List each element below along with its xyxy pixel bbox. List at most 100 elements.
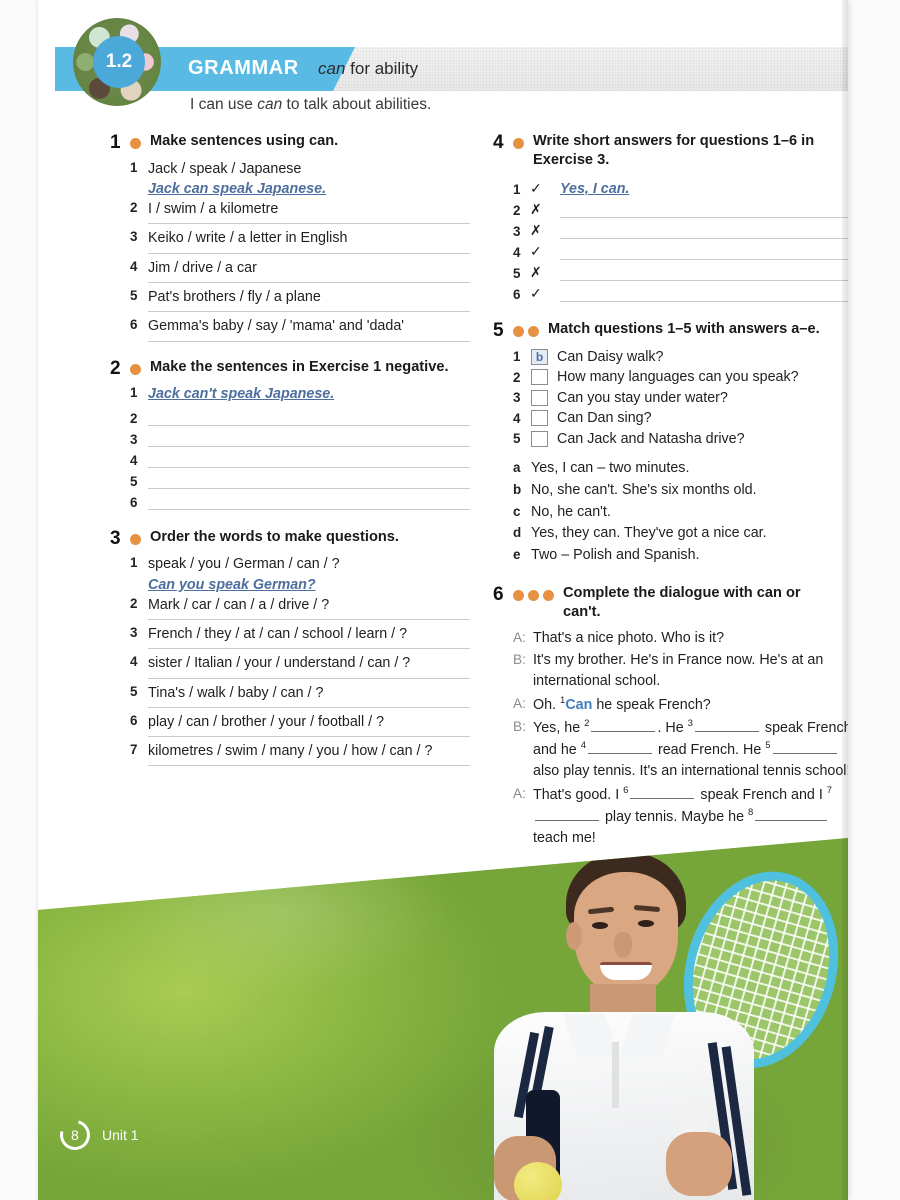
blank-row[interactable]: 3 (130, 426, 470, 447)
writing-line[interactable] (148, 282, 470, 284)
answer-letter: c (513, 503, 521, 519)
writing-line[interactable] (148, 765, 470, 767)
exercise-2-number: 2 (110, 357, 121, 379)
writing-line[interactable] (148, 476, 470, 489)
match-answer-box[interactable] (531, 410, 548, 427)
answer-row[interactable]: 4 ✓ (513, 239, 848, 260)
writing-line[interactable] (148, 736, 470, 738)
answer-row[interactable]: 2 ✗ (513, 197, 848, 218)
writing-line[interactable] (148, 648, 470, 650)
list-item: 1 speak / you / German / can / ? (130, 554, 470, 574)
topic-rest: for ability (345, 59, 419, 78)
answer-row[interactable]: 5 ✗ (513, 260, 848, 281)
item-index: 1 (130, 555, 138, 571)
item-index: 2 (130, 410, 138, 426)
item-prompt: Tina's / walk / baby / can / ? (148, 684, 324, 701)
exercise-5-answers: a Yes, I can – two minutes. b No, she ca… (513, 458, 848, 567)
writing-line[interactable] (148, 252, 470, 254)
tennis-ball (514, 1162, 562, 1200)
blank-row[interactable]: 5 (130, 468, 470, 489)
player-nose (614, 932, 632, 958)
gap-input[interactable] (755, 810, 828, 821)
gap-input[interactable] (588, 743, 652, 755)
speaker-label: A: (513, 695, 526, 711)
writing-line[interactable] (560, 268, 848, 281)
writing-line[interactable] (148, 497, 470, 510)
item-index-blank (130, 179, 148, 180)
exercise-5-number: 5 (493, 319, 504, 341)
exercise-3-items: 1 speak / you / German / can / ? Can you… (130, 554, 470, 767)
writing-line[interactable] (148, 618, 470, 620)
answer-row[interactable]: 3 ✗ (513, 218, 848, 239)
row-index: 1 (513, 181, 521, 197)
list-item: 5 Tina's / walk / baby / can / ? (130, 683, 470, 703)
dialogue-text: That's a nice photo. Who is it? (533, 629, 725, 646)
exercise-4-head: 4 Write short answers for questions 1–6 … (493, 132, 848, 171)
match-row[interactable]: 1 b Can Daisy walk? (513, 347, 848, 368)
writing-line[interactable] (148, 340, 470, 342)
exercise-1-head: 1 Make sentences using can. (110, 132, 470, 154)
writing-line[interactable] (560, 205, 848, 218)
match-row[interactable]: 5 Can Jack and Natasha drive? (513, 429, 848, 450)
speaker-label: A: (513, 785, 526, 801)
blank-row[interactable]: 6 (130, 489, 470, 510)
match-row[interactable]: 3 Can you stay under water? (513, 388, 848, 409)
writing-line[interactable] (148, 311, 470, 313)
item-prompt: Mark / car / can / a / drive / ? (148, 596, 330, 613)
difficulty-dot (130, 138, 141, 149)
player-smile (600, 962, 652, 980)
answer-text: Two – Polish and Spanish. (531, 547, 700, 564)
gap-input[interactable] (694, 721, 759, 732)
writing-line[interactable] (560, 226, 848, 239)
exercise-3-head: 3 Order the words to make questions. (110, 528, 470, 550)
gap-input[interactable] (535, 810, 599, 821)
match-index: 5 (513, 431, 521, 447)
answer-row[interactable]: 6 ✓ (513, 281, 848, 302)
list-item: 3 French / they / at / can / school / le… (130, 624, 470, 644)
dialogue-line: A: That's good. I 6 speak French and I 7… (513, 784, 848, 850)
writing-line[interactable] (148, 413, 470, 426)
gap-input[interactable] (591, 721, 656, 732)
writing-line[interactable] (148, 223, 470, 225)
writing-line[interactable] (560, 247, 848, 260)
exercise-5-questions: 1 b Can Daisy walk? 2 How many languages… (513, 347, 848, 450)
lettered-answer: d Yes, they can. They've got a nice car. (513, 523, 848, 545)
difficulty-dots-2 (130, 358, 141, 375)
answer-letter: e (513, 547, 521, 563)
gap-input[interactable] (772, 743, 837, 755)
list-item: 2 I / swim / a kilometre (130, 199, 470, 219)
list-item: 3 Keiko / write / a letter in English (130, 228, 470, 248)
writing-line[interactable] (148, 677, 470, 679)
match-answer-box[interactable] (531, 389, 548, 406)
blank-row[interactable]: 4 (130, 447, 470, 468)
topic-title: can for ability (318, 59, 418, 79)
list-item-answer: Can you speak German? (130, 575, 470, 595)
blank-row[interactable]: 2 (130, 405, 470, 426)
writing-line[interactable] (148, 434, 470, 447)
exercise-5-head: 5 Match questions 1–5 with answers a–e. (493, 320, 848, 342)
page-number: 8 (71, 1127, 79, 1144)
writing-line[interactable] (560, 289, 848, 302)
item-index: 4 (130, 452, 138, 468)
difficulty-dot (130, 363, 141, 375)
gap-input[interactable] (630, 788, 695, 799)
item-index: 3 (130, 229, 138, 245)
match-row[interactable]: 4 Can Dan sing? (513, 408, 848, 429)
writing-line[interactable] (148, 455, 470, 468)
exercise-6: 6 Complete the dialogue with can or can'… (493, 584, 848, 850)
match-answer-box[interactable]: b (531, 348, 548, 365)
row-index: 5 (513, 265, 521, 281)
match-answer-box[interactable] (531, 430, 548, 447)
match-row[interactable]: 2 How many languages can you speak? (513, 367, 848, 388)
match-answer-box[interactable] (531, 369, 548, 386)
difficulty-dot (130, 533, 141, 545)
row-index: 6 (513, 286, 521, 302)
writing-line[interactable] (148, 706, 470, 708)
exercise-2-items: 1 Jack can't speak Japanese. 2 3 4 5 6 (130, 384, 470, 510)
tick-icon: ✓ (530, 242, 542, 259)
speaker-label: B: (513, 719, 526, 735)
item-prompt: Jim / drive / a car (148, 259, 257, 276)
exercise-2-title: Make the sentences in Exercise 1 negativ… (150, 358, 449, 375)
list-item: 1 Jack / speak / Japanese (130, 159, 470, 179)
page-edge-shadow (842, 0, 848, 1200)
